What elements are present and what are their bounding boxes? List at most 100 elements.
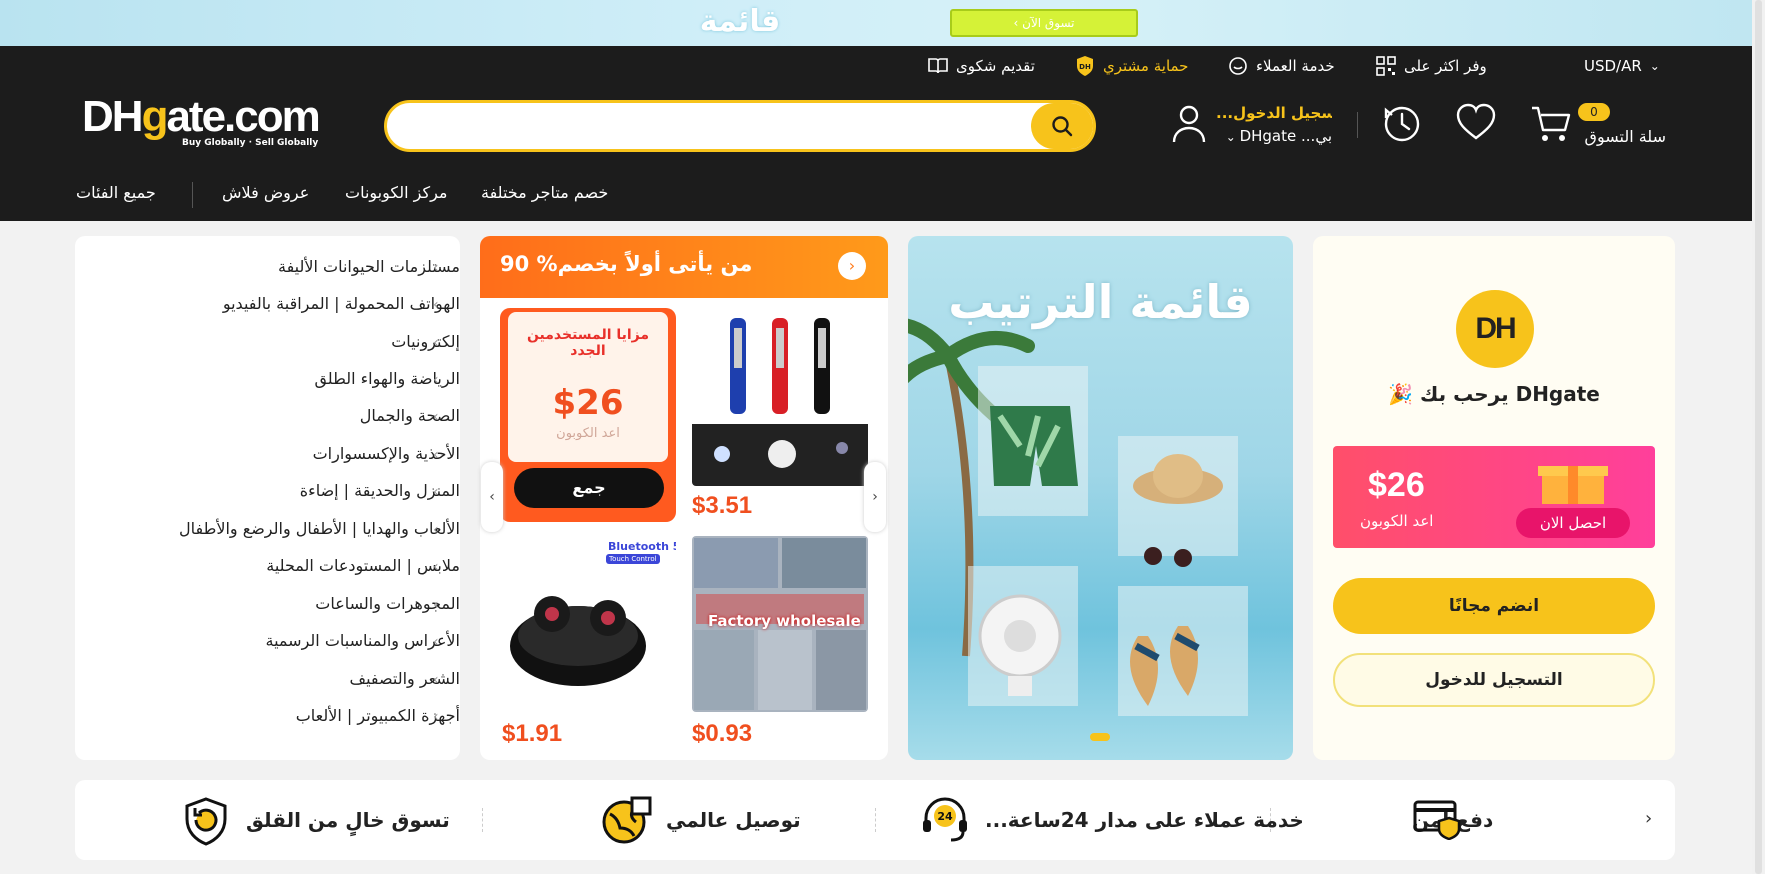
logo-tagline: Buy Globally · Sell Globally: [182, 138, 319, 148]
qr-code-icon: [1376, 56, 1396, 76]
category-item[interactable]: إلكترونيات ‹: [75, 329, 460, 359]
category-item[interactable]: الأعراس والمناسبات الرسمية ‹: [75, 628, 460, 658]
category-label: المجوهرات والساعات: [315, 594, 460, 613]
dh-shield-icon: DH: [1077, 56, 1093, 76]
customer-service-label: خدمة العملاء: [1256, 57, 1335, 75]
product-image-factory[interactable]: Factory wholesale: [692, 536, 868, 712]
chevron-left-icon: ‹: [433, 297, 439, 313]
product-tag: Bluetooth 5.0: [608, 540, 676, 553]
customer-service-link[interactable]: خدمة العملاء: [1228, 46, 1335, 86]
welcome-coupon-subtitle: اعد الكوبون: [1360, 512, 1434, 530]
benefit-label: توصيل عالمي: [666, 808, 801, 832]
product-price[interactable]: $1.91: [502, 720, 562, 748]
search-button[interactable]: [1031, 103, 1093, 149]
currency-selector[interactable]: USD/AR ⌄: [1584, 46, 1660, 86]
coupon-subtitle: اعد الكوبون: [556, 426, 620, 441]
category-item[interactable]: الألعاب والهدايا | الأطفال والرضع والأطف…: [75, 516, 460, 546]
coupon-title: مزايا المستخدمين الجدد: [526, 327, 650, 359]
nav-store-discounts[interactable]: خصم متاجر مختلفة: [481, 183, 608, 207]
cart-icon[interactable]: [1530, 100, 1574, 144]
category-label: الأعراس والمناسبات الرسمية: [265, 631, 460, 650]
category-item[interactable]: الرياضة والهواء الطلق ‹: [75, 366, 460, 396]
chevron-left-icon: ‹: [433, 372, 439, 388]
promo-banner[interactable]: [0, 0, 1765, 46]
svg-text:DH: DH: [1079, 63, 1091, 71]
join-free-button[interactable]: انضم مجانًا: [1333, 578, 1655, 634]
save-more-link[interactable]: وفر اكثر على: [1376, 46, 1487, 86]
buyer-protection-label: حماية مشتري: [1103, 57, 1189, 75]
search-input[interactable]: [407, 111, 1007, 141]
factory-overlay-label: Factory wholesale: [708, 612, 861, 630]
benefit-24h-support: ...خدمة عملاء على مدار 24ساعة: [985, 800, 1304, 840]
category-item[interactable]: ملابس | المستودعات المحلية ‹: [75, 553, 460, 583]
party-popper-icon: 🎉: [1388, 382, 1420, 406]
search-icon: [1052, 116, 1073, 137]
complaint-link[interactable]: تقديم شكوى: [928, 46, 1035, 86]
top-bar: [0, 46, 1752, 86]
category-item[interactable]: المجوهرات والساعات ‹: [75, 591, 460, 621]
user-icon[interactable]: [1172, 104, 1206, 144]
chevron-left-icon: ‹: [433, 260, 439, 276]
search-bar[interactable]: [384, 100, 1096, 152]
category-item[interactable]: الهواتف المحمولة | المراقبة بالفيديو ‹: [75, 291, 460, 321]
promo-button-label: تسوق الآن: [1022, 16, 1075, 30]
nav-flash-deals[interactable]: عروض فلاش: [222, 183, 309, 207]
cart-label[interactable]: سلة التسوق: [1576, 127, 1666, 146]
category-label: مستلزمات الحيوانات الأليفة: [278, 257, 460, 276]
category-label: الألعاب والهدايا | الأطفال والرضع والأطف…: [178, 519, 460, 538]
coupon-value: $26: [552, 383, 624, 423]
signin-subtitle[interactable]: ⌄ DHgate ...بي: [1216, 127, 1332, 145]
secure-card-icon: [1413, 800, 1461, 840]
logo-g: g: [141, 92, 169, 141]
chevron-left-icon: ‹: [433, 409, 439, 425]
category-item[interactable]: مستلزمات الحيوانات الأليفة ‹: [75, 254, 460, 284]
category-item[interactable]: أجهزة الكمبيوتر | الألعاب ‹: [75, 703, 460, 733]
promo-shop-now-button[interactable]: ‹ تسوق الآن: [950, 9, 1138, 37]
welcome-coupon-value: $26: [1368, 466, 1425, 504]
collect-coupon-button[interactable]: جمع: [514, 468, 664, 508]
category-label: ملابس | المستودعات المحلية: [266, 556, 460, 575]
deals-next-arrow-icon[interactable]: ›: [864, 462, 886, 532]
category-item[interactable]: الشعر والتصفيف ‹: [75, 666, 460, 696]
category-item[interactable]: المنزل والحديقة | إضاءة ‹: [75, 478, 460, 508]
nav-all-categories[interactable]: جميع الفئات: [76, 183, 156, 207]
save-more-label: وفر اكثر على: [1404, 57, 1487, 75]
nav-divider: [192, 182, 193, 208]
category-item[interactable]: الصحة والجمال ‹: [75, 403, 460, 433]
deals-more-arrow-icon[interactable]: ›: [838, 252, 866, 280]
get-coupon-button[interactable]: احصل الان: [1516, 508, 1630, 538]
scrollbar-thumb[interactable]: [1755, 0, 1762, 874]
product-price[interactable]: $0.93: [692, 720, 752, 748]
carousel-indicator-dot[interactable]: [1090, 733, 1110, 741]
benefit-divider: [482, 808, 483, 832]
history-clock-icon[interactable]: [1380, 100, 1424, 144]
chevron-left-icon: ‹: [433, 597, 439, 613]
complaint-label: تقديم شكوى: [956, 57, 1035, 75]
nav-coupon-center[interactable]: مركز الكوبونات: [345, 183, 447, 207]
heart-icon[interactable]: [1454, 100, 1498, 144]
product-image-earbuds[interactable]: Bluetooth 5.0 Touch Control: [500, 536, 676, 712]
deals-prev-arrow-icon[interactable]: ‹: [481, 462, 503, 532]
category-label: الشعر والتصفيف: [349, 669, 460, 688]
banner-title: قائمة الترتيب: [948, 275, 1253, 329]
chevron-left-icon: ‹: [433, 447, 439, 463]
benefits-next-arrow-icon[interactable]: ›: [1645, 808, 1652, 829]
category-label: المنزل والحديقة | إضاءة: [299, 481, 460, 500]
shield-return-icon: [185, 797, 227, 846]
category-label: إلكترونيات: [391, 332, 460, 351]
dhgate-logo[interactable]: DHgate.com Buy Globally · Sell Globally: [82, 92, 321, 152]
product-image-flashlights[interactable]: [692, 308, 868, 486]
login-button[interactable]: التسجيل للدخول: [1333, 653, 1655, 707]
gift-box-icon: [1538, 466, 1608, 504]
deals-title[interactable]: 90 %من يأتى أولاً بخصم: [500, 252, 752, 276]
headset-24-badge: 24: [937, 810, 953, 823]
benefit-label: ...خدمة عملاء على مدار 24ساعة: [985, 808, 1304, 832]
category-label: الصحة والجمال: [359, 406, 460, 425]
welcome-label: يرحب بك DHgate: [1419, 382, 1600, 406]
product-price[interactable]: $3.51: [692, 492, 752, 520]
promo-title: قائمة الترتيب: [686, 4, 794, 79]
signin-title[interactable]: ...سجيل الدخول: [1216, 104, 1332, 122]
category-item[interactable]: الأحذية والإكسسوارات ‹: [75, 441, 460, 471]
category-label: الرياضة والهواء الطلق: [314, 369, 460, 388]
buyer-protection-link[interactable]: DH حماية مشتري: [1075, 46, 1188, 86]
